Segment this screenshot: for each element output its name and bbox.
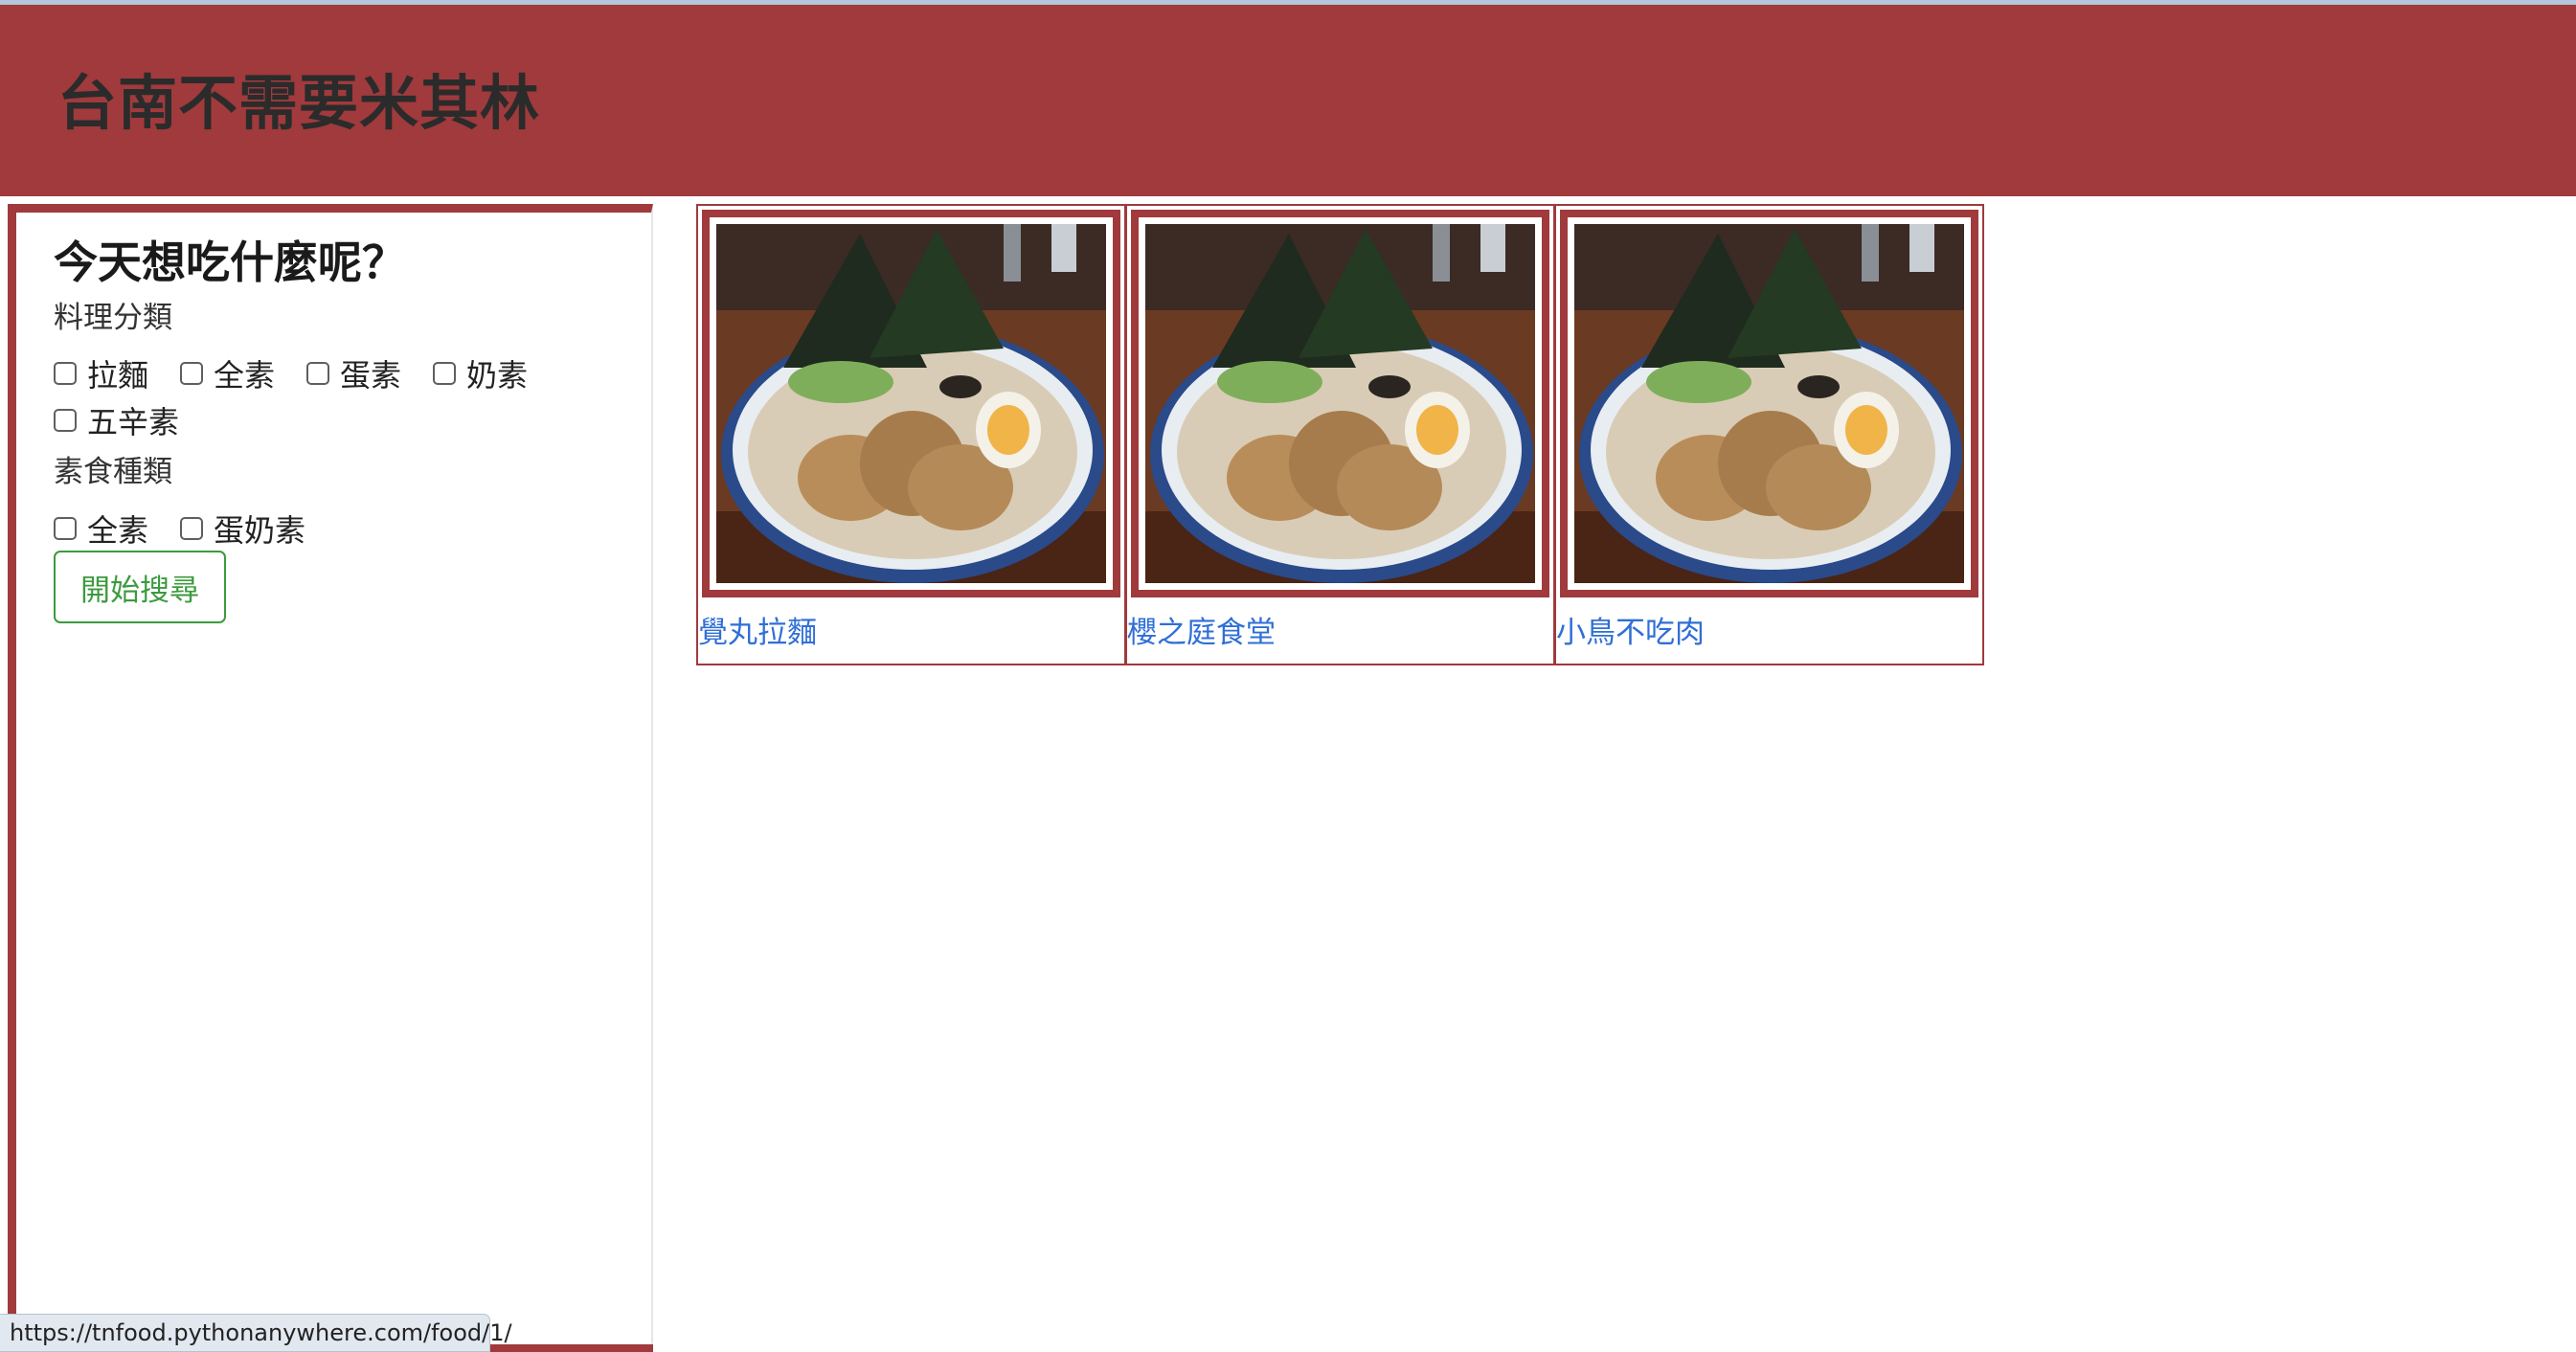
checkbox-label: 蛋奶素 xyxy=(214,512,306,549)
ramen-bowl-photo xyxy=(716,224,1106,583)
checkbox-box[interactable] xyxy=(433,362,456,385)
ramen-bowl-photo xyxy=(1145,224,1535,583)
sidebar-heading: 今天想吃什麼呢？ xyxy=(54,237,406,288)
checkbox-box[interactable] xyxy=(180,517,203,540)
ramen-bowl-photo xyxy=(1574,224,1964,583)
cuisine-group-label: 料理分類 xyxy=(54,301,172,335)
restaurant-card: 覺丸拉麵 xyxy=(696,204,1126,665)
checkbox-vegan[interactable]: 全素 xyxy=(180,351,275,395)
veg-group-label: 素食種類 xyxy=(54,455,172,489)
restaurant-name-link[interactable]: 小鳥不吃肉 xyxy=(1556,608,1705,651)
checkbox-lacto-vegetarian[interactable]: 奶素 xyxy=(433,351,528,395)
checkbox-five-pungent[interactable]: 五辛素 xyxy=(54,398,179,442)
checkbox-label: 拉麵 xyxy=(87,357,149,394)
checkbox-ovo-lacto[interactable]: 蛋奶素 xyxy=(180,507,305,551)
checkbox-vegan-type[interactable]: 全素 xyxy=(54,507,148,551)
checkbox-box[interactable] xyxy=(306,362,329,385)
checkbox-label: 全素 xyxy=(214,357,276,394)
checkbox-ramen[interactable]: 拉麵 xyxy=(54,351,148,395)
restaurant-card: 櫻之庭食堂 xyxy=(1125,204,1555,665)
restaurant-photo-link[interactable] xyxy=(1560,210,1978,597)
checkbox-box[interactable] xyxy=(54,409,77,432)
restaurant-name-link[interactable]: 覺丸拉麵 xyxy=(698,608,817,651)
checkbox-box[interactable] xyxy=(54,362,77,385)
link-status-bar: https://tnfood.pythonanywhere.com/food/1… xyxy=(0,1314,512,1352)
filter-sidebar: 今天想吃什麼呢？ 料理分類 拉麵 全素 蛋素 奶素 五辛素 素食種類 全素 蛋奶… xyxy=(8,204,653,1352)
checkbox-label: 奶素 xyxy=(466,357,529,394)
restaurant-photo-link[interactable] xyxy=(702,210,1120,597)
site-title[interactable]: 台南不需要米其林 xyxy=(57,55,540,141)
checkbox-box[interactable] xyxy=(180,362,203,385)
restaurant-card: 小鳥不吃肉 xyxy=(1554,204,1984,665)
search-button[interactable]: 開始搜尋 xyxy=(54,551,226,623)
checkbox-ovo-vegetarian[interactable]: 蛋素 xyxy=(306,351,401,395)
checkbox-box[interactable] xyxy=(54,517,77,540)
checkbox-label: 五辛素 xyxy=(87,404,180,440)
checkbox-label: 蛋素 xyxy=(340,357,402,394)
restaurant-name-link[interactable]: 櫻之庭食堂 xyxy=(1127,608,1276,651)
site-header: 台南不需要米其林 xyxy=(0,5,2576,196)
restaurant-photo-link[interactable] xyxy=(1131,210,1549,597)
checkbox-label: 全素 xyxy=(87,512,149,549)
